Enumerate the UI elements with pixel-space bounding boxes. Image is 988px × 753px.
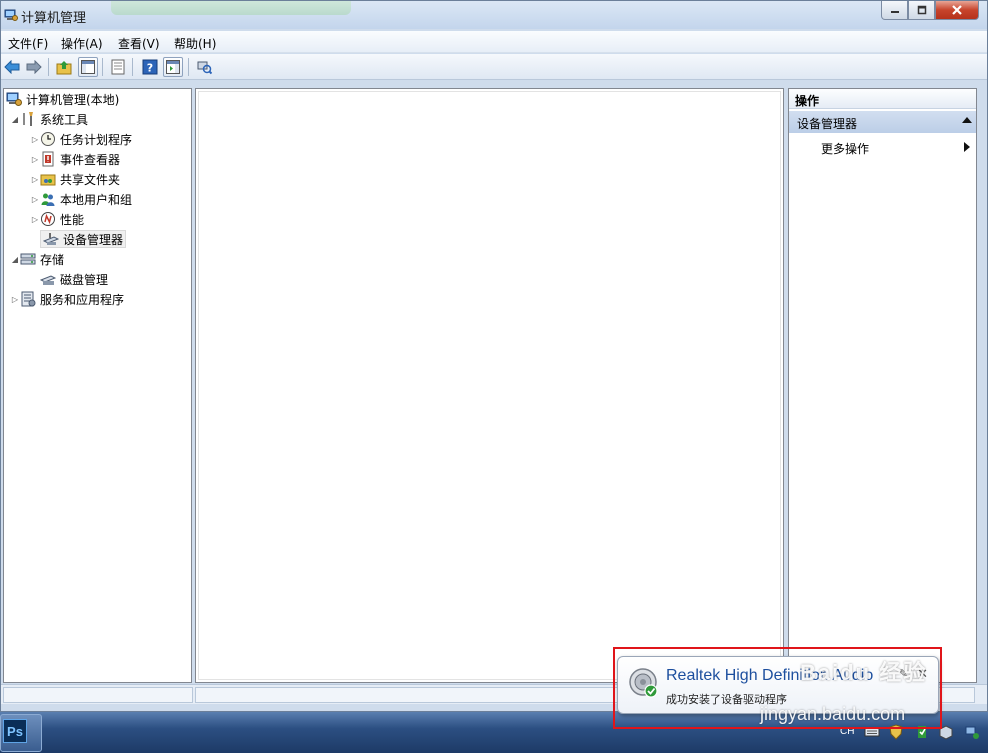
forward-button[interactable]: [24, 57, 44, 77]
selected-highlight: 设备管理器: [40, 230, 127, 248]
show-action-pane-icon: [166, 60, 180, 74]
actions-group-label: 设备管理器: [797, 117, 858, 131]
console-tree-pane: 计算机管理(本地) ◢ 系统工具 ▷ 任务计划程序 ▷ 事件查看器 ▷ 共享文件…: [3, 88, 192, 683]
computer-management-icon: [4, 9, 18, 21]
collapse-caret-icon[interactable]: [962, 117, 972, 123]
help-icon: ?: [142, 59, 158, 75]
tree-label: 系统工具: [40, 112, 89, 127]
collapsed-arrow-icon[interactable]: ▷: [10, 295, 20, 304]
device-scan-icon: [197, 61, 212, 75]
actions-header: 操作: [789, 89, 976, 109]
expanded-arrow-icon[interactable]: ◢: [10, 115, 20, 124]
show-hide-tree-icon: [81, 60, 95, 74]
tree-item-disk-management[interactable]: 磁盘管理: [40, 270, 108, 288]
back-button[interactable]: [2, 57, 22, 77]
tree-item-performance[interactable]: ▷ 性能: [30, 210, 84, 228]
network-icon[interactable]: [964, 724, 980, 740]
photoshop-icon: Ps: [3, 719, 27, 743]
show-action-pane-button[interactable]: [163, 57, 183, 77]
forward-arrow-icon: [26, 60, 42, 74]
tree-item-services-applications[interactable]: ▷ 服务和应用程序: [10, 290, 124, 308]
tree-label: 事件查看器: [60, 152, 121, 167]
window-controls: [881, 1, 979, 20]
scan-hardware-button[interactable]: [194, 57, 214, 77]
window-title: 计算机管理: [21, 11, 87, 26]
tree-item-computer-management[interactable]: 计算机管理(本地): [6, 90, 119, 108]
actions-header-label: 操作: [795, 94, 820, 108]
menu-help[interactable]: 帮助(H): [174, 35, 216, 52]
event-log-icon: [40, 151, 56, 167]
taskbar-photoshop-button[interactable]: Ps: [0, 714, 42, 752]
collapsed-arrow-icon[interactable]: ▷: [30, 175, 40, 184]
storage-icon: [20, 251, 36, 267]
tools-icon: [20, 111, 36, 127]
up-button[interactable]: [54, 57, 74, 77]
tree-item-shared-folders[interactable]: ▷ 共享文件夹: [30, 170, 120, 188]
tree-item-local-users-groups[interactable]: ▷ 本地用户和组: [30, 190, 132, 208]
tree-label: 计算机管理(本地): [26, 92, 120, 107]
tree-label: 共享文件夹: [60, 172, 121, 187]
clock-icon: [40, 131, 56, 147]
device-manager-icon: [43, 231, 59, 247]
more-actions-label: 更多操作: [821, 142, 870, 156]
help-button[interactable]: ?: [140, 57, 160, 77]
properties-button[interactable]: [108, 57, 128, 77]
results-pane: [195, 88, 784, 683]
watermark-brand: Baidu 经验: [800, 660, 928, 685]
maximize-button[interactable]: [908, 1, 935, 20]
collapsed-arrow-icon[interactable]: ▷: [30, 155, 40, 164]
actions-group-device-manager[interactable]: 设备管理器: [789, 111, 976, 133]
watermark-url: jingyan.baidu.com: [760, 704, 906, 724]
back-arrow-icon: [4, 60, 20, 74]
up-folder-icon: [56, 61, 72, 75]
tree-label: 存储: [40, 252, 65, 267]
services-icon: [20, 291, 36, 307]
status-segment: [3, 687, 193, 703]
menu-bar: 文件(F) 操作(A) 查看(V) 帮助(H): [1, 31, 987, 53]
minimize-icon: [890, 11, 899, 13]
menu-view[interactable]: 查看(V): [118, 35, 160, 52]
toolbar-separator: [48, 58, 49, 76]
toolbar-separator: [102, 58, 103, 76]
performance-gauge-icon: [40, 211, 56, 227]
tree-item-system-tools[interactable]: ◢ 系统工具: [10, 110, 88, 128]
expanded-arrow-icon[interactable]: ◢: [10, 255, 20, 264]
submenu-arrow-icon: [964, 142, 970, 152]
title-bar[interactable]: 计算机管理: [1, 1, 987, 29]
shared-folder-icon: [40, 171, 56, 187]
maximize-icon: [917, 5, 926, 15]
users-icon: [40, 191, 56, 207]
tree-item-event-viewer[interactable]: ▷ 事件查看器: [30, 150, 120, 168]
tree-label: 任务计划程序: [60, 132, 133, 147]
toolbar: ?: [1, 54, 987, 80]
tree-label: 本地用户和组: [60, 192, 133, 207]
collapsed-arrow-icon[interactable]: ▷: [30, 135, 40, 144]
close-button[interactable]: [935, 1, 979, 20]
actions-pane: 操作 设备管理器 更多操作: [788, 88, 977, 683]
tree-label: 性能: [60, 212, 85, 227]
tree-item-task-scheduler[interactable]: ▷ 任务计划程序: [30, 130, 132, 148]
tree-label: 设备管理器: [63, 232, 124, 247]
close-icon: [952, 5, 962, 15]
computer-management-icon: [6, 91, 22, 107]
toolbar-separator: [132, 58, 133, 76]
collapsed-arrow-icon[interactable]: ▷: [30, 215, 40, 224]
menu-file[interactable]: 文件(F): [8, 35, 48, 52]
tree-item-device-manager[interactable]: 设备管理器: [40, 230, 127, 248]
title-bar-glass: [111, 1, 351, 15]
disk-icon: [40, 271, 56, 287]
minimize-button[interactable]: [881, 1, 908, 20]
tree-label: 服务和应用程序: [40, 292, 125, 307]
computer-management-window: 计算机管理 文件(F) 操作(A) 查看(V) 帮助(H) ? 计算机管理(本地…: [0, 0, 988, 712]
tree-item-storage[interactable]: ◢ 存储: [10, 250, 64, 268]
results-content-area: [198, 91, 781, 680]
svg-text:?: ?: [147, 62, 153, 75]
tree-label: 磁盘管理: [60, 272, 109, 287]
properties-icon: [111, 59, 125, 75]
more-actions-item[interactable]: 更多操作: [789, 137, 976, 157]
menu-action[interactable]: 操作(A): [61, 35, 103, 52]
collapsed-arrow-icon[interactable]: ▷: [30, 195, 40, 204]
show-hide-tree-button[interactable]: [78, 57, 98, 77]
toolbar-separator: [188, 58, 189, 76]
